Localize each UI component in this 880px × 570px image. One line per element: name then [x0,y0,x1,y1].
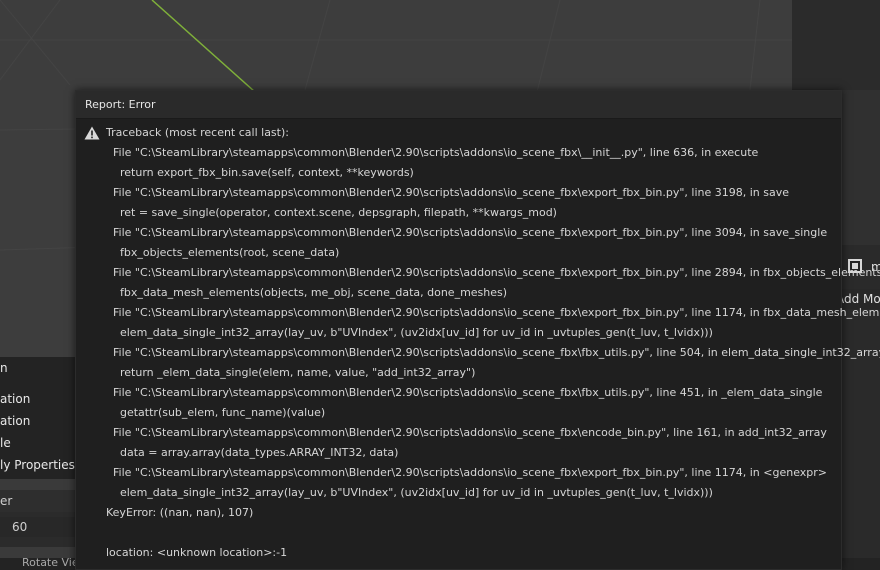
traceback-line: fbx_data_mesh_elements(objects, me_obj, … [106,286,508,299]
traceback-line: File "C:\SteamLibrary\steamapps\common\B… [106,386,823,399]
error-message-line: KeyError: ((nan, nan), 107) [106,506,254,519]
traceback-line: File "C:\SteamLibrary\steamapps\common\B… [106,306,880,319]
warning-icon [84,126,100,140]
frame-field[interactable]: 60 [0,517,75,537]
timeline-header-label: er [0,494,13,508]
traceback-line: File "C:\SteamLibrary\steamapps\common\B… [106,426,827,439]
traceback-line: File "C:\SteamLibrary\steamapps\common\B… [106,146,759,159]
dialog-title: Report: Error [85,98,156,111]
traceback-line: ret = save_single(operator, context.scen… [106,206,557,219]
dialog-header[interactable]: Report: Error [76,91,841,119]
menu-item-apply-properties[interactable]: ly Properties [0,458,75,472]
traceback-line: return export_fbx_bin.save(self, context… [106,166,414,179]
traceback-line: return _elem_data_single(elem, name, val… [106,366,476,379]
traceback-line: File "C:\SteamLibrary\steamapps\common\B… [106,186,790,199]
menu-item-rotation[interactable]: ation [0,414,30,428]
traceback-line: elem_data_single_int32_array(lay_uv, b"U… [106,326,713,339]
menu-header: n [0,361,8,375]
frame-value: 60 [12,520,28,534]
y-axis-line [151,0,256,93]
traceback-line: Traceback (most recent call last): [106,126,289,139]
traceback-line: data = array.array(data_types.ARRAY_INT3… [106,446,399,459]
menu-item-location[interactable]: ation [0,392,30,406]
location-line: location: <unknown location>:-1 [106,546,288,559]
traceback-line: File "C:\SteamLibrary\steamapps\common\B… [106,346,880,359]
traceback-line: fbx_objects_elements(root, scene_data) [106,246,340,259]
traceback-line: File "C:\SteamLibrary\steamapps\common\B… [106,226,828,239]
apply-menu: n ation ation le ly Properties [0,357,75,479]
traceback-line: File "C:\SteamLibrary\steamapps\common\B… [106,466,828,479]
menu-item-scale[interactable]: le [0,436,11,450]
error-report-dialog: Report: Error Traceback (most recent cal… [75,90,880,570]
timeline-header: er [0,490,75,512]
traceback-line: elem_data_single_int32_array(lay_uv, b"U… [106,486,713,499]
traceback-line: getattr(sub_elem, func_name)(value) [106,406,326,419]
traceback-line: File "C:\SteamLibrary\steamapps\common\B… [106,266,880,279]
